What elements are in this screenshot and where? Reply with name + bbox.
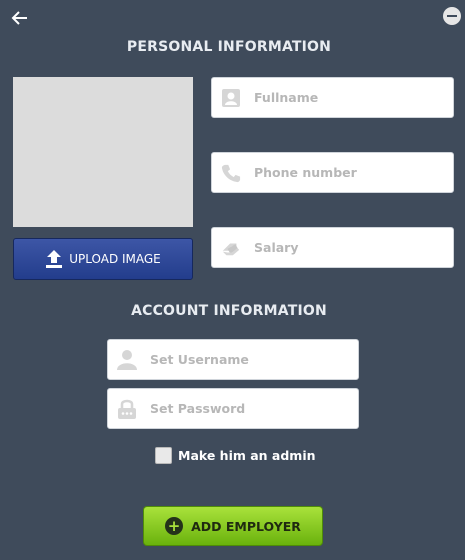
fullname-field[interactable] xyxy=(211,77,454,118)
account-information-title: ACCOUNT INFORMATION xyxy=(131,303,327,319)
person-icon xyxy=(221,88,241,108)
add-employer-button[interactable]: + ADD EMPLOYER xyxy=(143,506,323,546)
password-field[interactable] xyxy=(107,388,359,429)
admin-checkbox[interactable] xyxy=(155,447,172,464)
back-arrow-icon xyxy=(11,11,27,25)
plus-icon: + xyxy=(165,517,184,535)
user-icon xyxy=(117,349,137,370)
username-input[interactable] xyxy=(150,352,358,367)
add-employer-label: ADD EMPLOYER xyxy=(191,518,301,534)
password-input[interactable] xyxy=(150,401,358,416)
salary-field[interactable] xyxy=(211,227,454,268)
phone-field[interactable] xyxy=(211,152,454,193)
personal-information-title: PERSONAL INFORMATION xyxy=(126,39,332,55)
minimize-icon[interactable] xyxy=(443,7,461,25)
phone-icon xyxy=(221,163,241,183)
fullname-input[interactable] xyxy=(254,90,453,105)
upload-image-label: UPLOAD IMAGE xyxy=(69,252,161,266)
admin-checkbox-row[interactable]: Make him an admin xyxy=(155,447,316,464)
salary-input[interactable] xyxy=(254,240,453,255)
upload-image-button[interactable]: UPLOAD IMAGE xyxy=(13,238,193,280)
back-button[interactable] xyxy=(10,8,34,28)
upload-icon xyxy=(46,250,63,268)
admin-checkbox-label: Make him an admin xyxy=(178,448,316,463)
lock-icon xyxy=(117,399,137,419)
money-icon xyxy=(221,238,241,258)
photo-placeholder xyxy=(13,77,193,227)
phone-input[interactable] xyxy=(254,165,453,180)
username-field[interactable] xyxy=(107,339,359,380)
